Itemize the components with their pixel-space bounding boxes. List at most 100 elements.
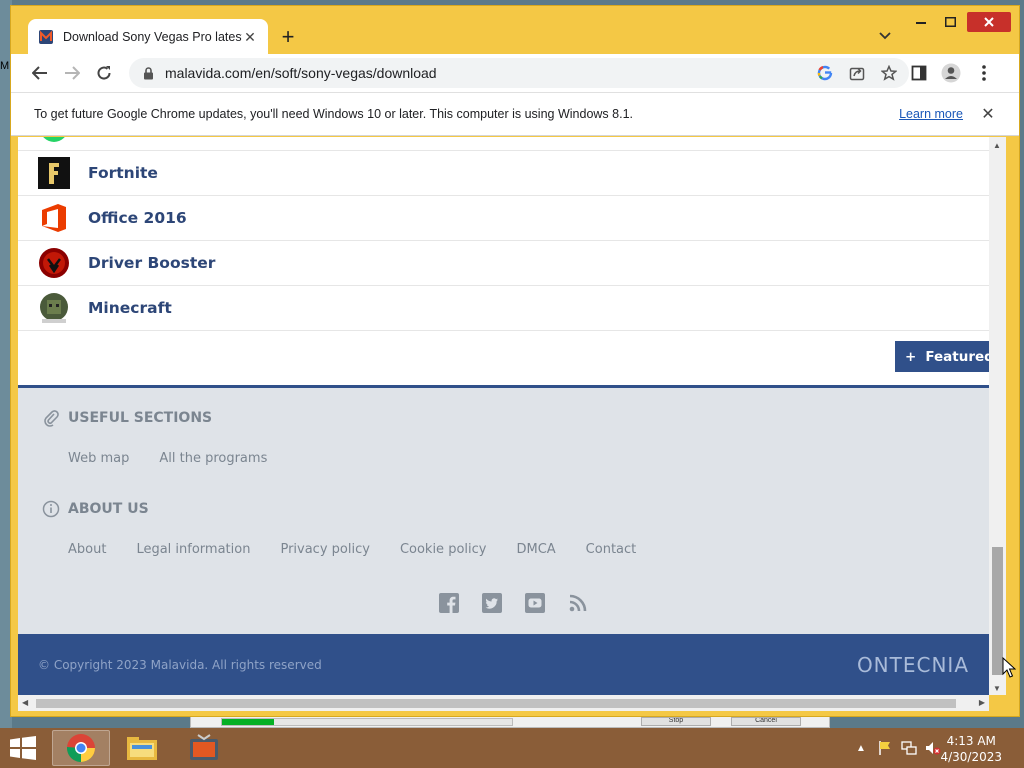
cookie-policy-link[interactable]: Cookie policy [400, 542, 487, 557]
page-viewport: Fortnite Office 2016 Driver Booster Mine… [18, 137, 989, 695]
minimize-button[interactable] [906, 12, 936, 32]
site-footer: USEFUL SECTIONS Web map All the programs… [18, 385, 989, 634]
featured-button[interactable]: + Featured [895, 341, 989, 372]
list-item[interactable] [18, 137, 989, 151]
browser-window: Download Sony Vegas Pro latest ✕ + malav… [10, 5, 1020, 717]
driver-booster-icon [38, 247, 70, 279]
featured-label: Featured [925, 348, 989, 365]
facebook-icon[interactable] [438, 592, 460, 614]
scroll-left-arrow-icon[interactable]: ◀ [22, 698, 28, 707]
all-programs-link[interactable]: All the programs [159, 451, 267, 466]
address-bar[interactable]: malavida.com/en/soft/sony-vegas/download [129, 58, 909, 88]
background-stop-button[interactable]: Stop [641, 717, 711, 726]
learn-more-link[interactable]: Learn more [899, 107, 963, 121]
browser-tab[interactable]: Download Sony Vegas Pro latest ✕ [28, 19, 268, 55]
useful-links: Web map All the programs [68, 451, 297, 466]
legal-information-link[interactable]: Legal information [136, 542, 250, 557]
app-name[interactable]: Driver Booster [88, 254, 215, 272]
taskbar-file-explorer[interactable] [113, 730, 171, 766]
background-window: Stop Cancel [190, 716, 830, 728]
side-panel-icon[interactable] [907, 61, 931, 85]
fortnite-icon [38, 157, 70, 189]
paperclip-icon [42, 409, 60, 427]
close-window-button[interactable] [967, 12, 1011, 32]
web-map-link[interactable]: Web map [68, 451, 129, 466]
show-hidden-icons-icon[interactable]: ▲ [852, 740, 870, 756]
tab-search-chevron-icon[interactable] [875, 26, 895, 46]
about-us-heading: ABOUT US [42, 500, 149, 518]
rss-icon[interactable] [567, 592, 589, 614]
bookmark-star-icon[interactable] [877, 61, 901, 85]
chrome-icon [67, 734, 95, 762]
tab-close-icon[interactable]: ✕ [242, 29, 258, 45]
list-item-fortnite[interactable]: Fortnite [18, 151, 989, 196]
section-title: USEFUL SECTIONS [68, 410, 213, 426]
background-progress-fill [222, 719, 275, 725]
system-clock[interactable]: 4:13 AM 4/30/2023 [940, 733, 1002, 765]
lock-icon[interactable] [141, 66, 155, 80]
app-name[interactable]: Fortnite [88, 164, 158, 182]
system-tray: ▲ [846, 740, 942, 756]
list-item-driver-booster[interactable]: Driver Booster [18, 241, 989, 286]
minecraft-icon [38, 292, 70, 324]
scroll-down-arrow-icon[interactable]: ▼ [993, 684, 1001, 693]
section-title: ABOUT US [68, 501, 149, 517]
action-center-flag-icon[interactable] [876, 740, 894, 756]
media-app-icon [190, 734, 218, 760]
url-text[interactable]: malavida.com/en/soft/sony-vegas/download [165, 65, 813, 81]
infobar-message: To get future Google Chrome updates, you… [34, 107, 633, 121]
app-name[interactable]: Office 2016 [88, 209, 187, 227]
about-link[interactable]: About [68, 542, 106, 557]
maximize-button[interactable] [935, 12, 965, 32]
info-icon [42, 500, 60, 518]
contact-link[interactable]: Contact [586, 542, 637, 557]
useful-sections-heading: USEFUL SECTIONS [42, 409, 212, 427]
background-progress-bar [221, 718, 513, 726]
about-links: About Legal information Privacy policy C… [68, 542, 666, 557]
horizontal-scrollbar[interactable]: ◀ ▶ [18, 695, 989, 711]
forward-arrow-icon[interactable] [60, 61, 84, 85]
office-icon [38, 202, 70, 234]
reload-icon[interactable] [92, 61, 116, 85]
twitter-icon[interactable] [481, 592, 503, 614]
tab-strip: Download Sony Vegas Pro latest ✕ + [11, 6, 1019, 55]
menu-kebab-icon[interactable] [972, 61, 996, 85]
social-links [438, 592, 610, 614]
plus-icon: + [905, 348, 917, 365]
taskbar-media-app[interactable] [175, 730, 233, 766]
update-infobar: To get future Google Chrome updates, you… [11, 92, 1019, 136]
vertical-scroll-thumb[interactable] [992, 547, 1003, 675]
list-item-minecraft[interactable]: Minecraft [18, 286, 989, 331]
scroll-right-arrow-icon[interactable]: ▶ [979, 698, 985, 707]
copyright-bar: © Copyright 2023 Malavida. All rights re… [18, 634, 989, 695]
ontecnia-logo[interactable]: ONTECNIA [857, 653, 969, 677]
taskbar-chrome[interactable] [52, 730, 110, 766]
vertical-scrollbar[interactable]: ▲ ▼ [989, 137, 1006, 695]
network-icon[interactable] [900, 740, 918, 756]
volume-muted-icon[interactable] [924, 740, 942, 756]
youtube-icon[interactable] [524, 592, 546, 614]
scroll-up-arrow-icon[interactable]: ▲ [993, 141, 1001, 150]
background-cancel-button[interactable]: Cancel [731, 717, 801, 726]
privacy-policy-link[interactable]: Privacy policy [280, 542, 369, 557]
mouse-pointer-icon [1002, 657, 1016, 678]
app-name[interactable]: Minecraft [88, 299, 172, 317]
clock-time: 4:13 AM [946, 734, 996, 748]
taskbar: ▲ 4:13 AM 4/30/2023 [0, 728, 1024, 768]
horizontal-scroll-thumb[interactable] [36, 699, 956, 708]
browser-toolbar: malavida.com/en/soft/sony-vegas/download [11, 54, 1019, 92]
new-tab-button[interactable]: + [276, 25, 300, 49]
copyright-text: © Copyright 2023 Malavida. All rights re… [38, 657, 322, 672]
whatsapp-icon [38, 137, 70, 144]
infobar-close-icon[interactable]: ✕ [979, 105, 997, 123]
desktop-edge-text: M [0, 60, 10, 72]
google-lens-icon[interactable] [813, 61, 837, 85]
profile-avatar-icon[interactable] [939, 61, 963, 85]
clock-date: 4/30/2023 [940, 750, 1002, 764]
tab-title: Download Sony Vegas Pro latest [63, 30, 242, 44]
dmca-link[interactable]: DMCA [516, 542, 555, 557]
windows-start-icon[interactable] [8, 736, 38, 760]
share-icon[interactable] [845, 61, 869, 85]
list-item-office[interactable]: Office 2016 [18, 196, 989, 241]
back-arrow-icon[interactable] [28, 61, 52, 85]
